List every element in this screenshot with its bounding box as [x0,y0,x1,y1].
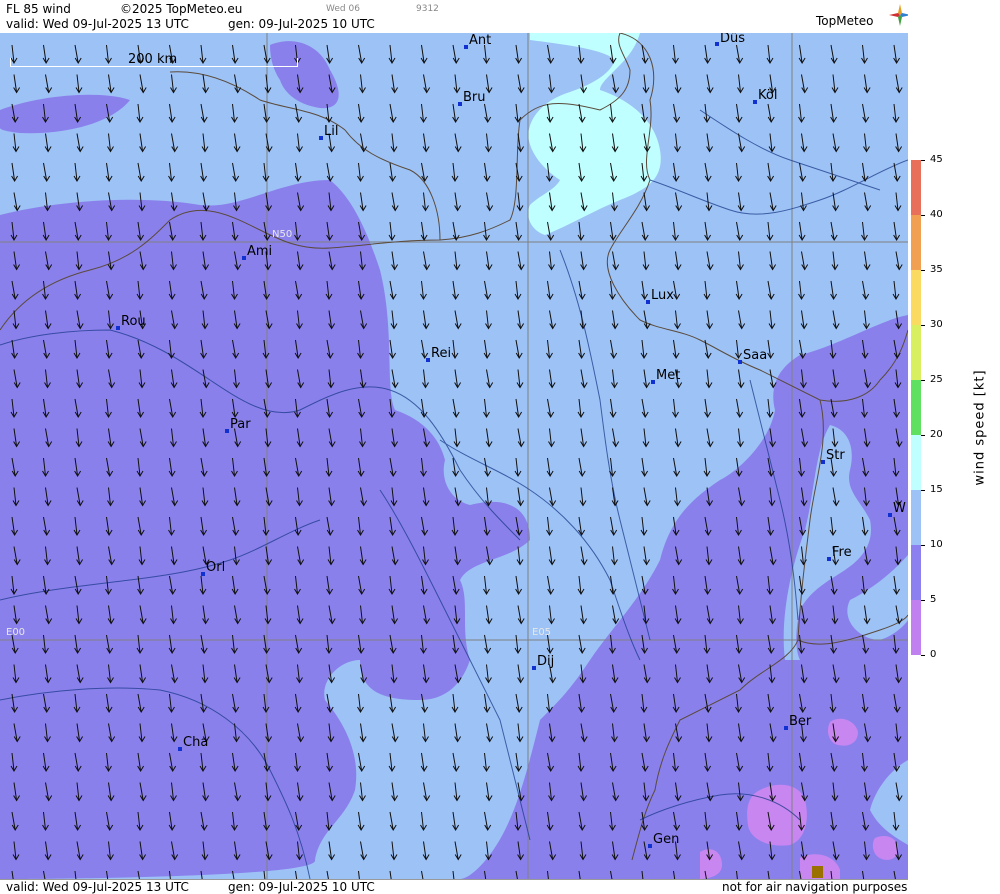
disclaimer-text: not for air navigation purposes [722,880,908,894]
grid-label-n50: N50 [272,229,293,240]
scale-bar-label: 200 km [128,52,178,67]
scale-bar: 200 km [10,52,298,68]
generated-time: gen: 09-Jul-2025 10 UTC [228,17,375,31]
legend-tick-35: 35 [930,264,943,275]
wind-speed-legend: 45 40 35 30 25 20 15 10 5 0 wind speed [… [908,0,1000,893]
grid-label-e05: E05 [532,627,552,638]
legend-tick-45: 45 [930,154,943,165]
small-day-label: Wed 06 [326,4,360,14]
valid-time: valid: Wed 09-Jul-2025 13 UTC [6,17,189,31]
legend-tick-15: 15 [930,484,943,495]
product-title: FL 85 wind [6,2,71,16]
legend-tick-20: 20 [930,429,943,440]
legend-tick-25: 25 [930,374,943,385]
legend-tick-5: 5 [930,594,937,605]
wind-field-svg [0,33,908,879]
copyright-text: ©2025 TopMeteo.eu [120,2,243,16]
wind-map[interactable]: N50 E00 E05 200 km Ant Düs Bru Köl Lil A… [0,33,908,879]
small-code-label: 9312 [416,4,439,14]
footer-valid-time: valid: Wed 09-Jul-2025 13 UTC [6,880,189,894]
legend-tick-10: 10 [930,539,943,550]
violet-spot-1 [747,784,807,846]
grid-label-e00: E00 [6,627,26,638]
brown-marker [812,866,823,878]
legend-tick-30: 30 [930,319,943,330]
map-footer: valid: Wed 09-Jul-2025 13 UTC gen: 09-Ju… [0,879,908,894]
footer-generated-time: gen: 09-Jul-2025 10 UTC [228,880,375,894]
topmeteo-logo: TopMeteo [816,14,874,28]
map-header: FL 85 wind ©2025 TopMeteo.eu Wed 06 9312… [0,0,911,34]
legend-tick-40: 40 [930,209,943,220]
legend-unit-label: wind speed [kt] [972,369,988,486]
color-scale-bar [911,160,921,655]
legend-tick-0: 0 [930,649,937,660]
